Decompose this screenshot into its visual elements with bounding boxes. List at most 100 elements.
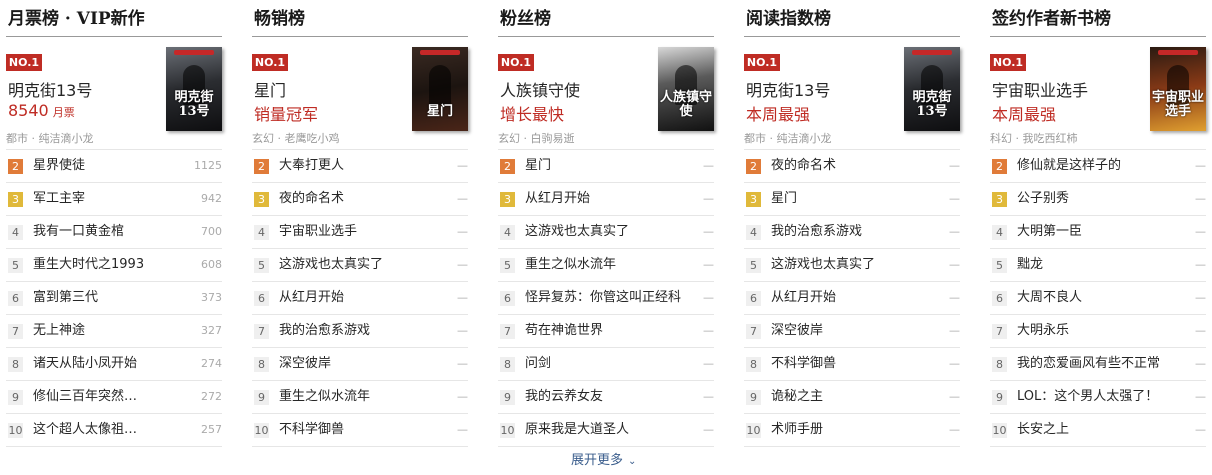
- rank-row[interactable]: 2 大奉打更人 —: [252, 150, 468, 183]
- book-title-link[interactable]: 星界使徒: [33, 157, 85, 175]
- book-cover[interactable]: 明克街13号: [166, 47, 222, 131]
- rank-row[interactable]: 9 重生之似水流年 —: [252, 381, 468, 414]
- rank-row[interactable]: 2 星界使徒 1125: [6, 150, 222, 183]
- rank-row[interactable]: 5 这游戏也太真实了 —: [744, 249, 960, 282]
- top-book-title[interactable]: 星门: [254, 77, 286, 101]
- rank-row[interactable]: 3 星门 —: [744, 183, 960, 216]
- book-title-link[interactable]: 诸天从陆小凤开始: [33, 355, 137, 373]
- rank-row[interactable]: 3 从红月开始 —: [498, 183, 714, 216]
- rank-row[interactable]: 5 黜龙 —: [990, 249, 1206, 282]
- rank-row[interactable]: 4 我的治愈系游戏 —: [744, 216, 960, 249]
- book-title-link[interactable]: 深空彼岸: [279, 355, 331, 373]
- book-title-link[interactable]: 星门: [771, 190, 797, 208]
- rank-row[interactable]: 9 我的云养女友 —: [498, 381, 714, 414]
- book-title-link[interactable]: 不科学御兽: [279, 421, 344, 439]
- book-title-link[interactable]: 大明永乐: [1017, 322, 1069, 340]
- book-title-link[interactable]: 大周不良人: [1017, 289, 1082, 307]
- book-title-link[interactable]: 修仙三百年突然…: [33, 388, 137, 406]
- rank-row[interactable]: 7 我的治愈系游戏 —: [252, 315, 468, 348]
- rank-row[interactable]: 4 我有一口黄金棺 700: [6, 216, 222, 249]
- top-book-title[interactable]: 人族镇守使: [500, 77, 580, 101]
- board-title[interactable]: 畅销榜: [252, 0, 468, 37]
- rank-row[interactable]: 10 长安之上 —: [990, 414, 1206, 447]
- book-title-link[interactable]: 军工主宰: [33, 190, 85, 208]
- book-title-link[interactable]: 这游戏也太真实了: [279, 256, 383, 274]
- top-book[interactable]: NO.1 人族镇守使 增长最快 玄幻 · 白驹易逝 人族镇守使: [498, 37, 714, 150]
- rank-row[interactable]: 3 军工主宰 942: [6, 183, 222, 216]
- book-title-link[interactable]: 术师手册: [771, 421, 823, 439]
- book-title-link[interactable]: LOL：这个男人太强了！: [1017, 388, 1158, 406]
- rank-row[interactable]: 8 问剑 —: [498, 348, 714, 381]
- book-title-link[interactable]: 宇宙职业选手: [279, 223, 357, 241]
- book-title-link[interactable]: 深空彼岸: [771, 322, 823, 340]
- top-book-title[interactable]: 明克街13号: [8, 77, 92, 101]
- book-title-link[interactable]: 无上神途: [33, 322, 85, 340]
- board-title[interactable]: 月票榜 · VIP新作: [6, 0, 222, 37]
- book-title-link[interactable]: 重生大时代之1993: [33, 256, 144, 274]
- rank-row[interactable]: 2 星门 —: [498, 150, 714, 183]
- book-title-link[interactable]: 这游戏也太真实了: [771, 256, 875, 274]
- rank-row[interactable]: 8 我的恋爱画风有些不正常 —: [990, 348, 1206, 381]
- book-title-link[interactable]: 夜的命名术: [279, 190, 344, 208]
- top-book[interactable]: NO.1 宇宙职业选手 本周最强 科幻 · 我吃西红柿 宇宙职业选手: [990, 37, 1206, 150]
- rank-row[interactable]: 6 富到第三代 373: [6, 282, 222, 315]
- rank-row[interactable]: 7 深空彼岸 —: [744, 315, 960, 348]
- book-title-link[interactable]: 诡秘之主: [771, 388, 823, 406]
- rank-row[interactable]: 10 不科学御兽 —: [252, 414, 468, 447]
- book-title-link[interactable]: 长安之上: [1017, 421, 1069, 439]
- book-title-link[interactable]: 苟在神诡世界: [525, 322, 603, 340]
- rank-row[interactable]: 6 从红月开始 —: [744, 282, 960, 315]
- expand-more-button[interactable]: 展开更多 ⌄: [571, 449, 636, 468]
- book-title-link[interactable]: 从红月开始: [525, 190, 590, 208]
- rank-row[interactable]: 5 这游戏也太真实了 —: [252, 249, 468, 282]
- book-title-link[interactable]: 我的治愈系游戏: [771, 223, 862, 241]
- book-title-link[interactable]: 修仙就是这样子的: [1017, 157, 1121, 175]
- book-title-link[interactable]: 星门: [525, 157, 551, 175]
- rank-row[interactable]: 10 术师手册 —: [744, 414, 960, 447]
- top-book-title[interactable]: 明克街13号: [746, 77, 830, 101]
- rank-row[interactable]: 8 不科学御兽 —: [744, 348, 960, 381]
- book-title-link[interactable]: 公子别秀: [1017, 190, 1069, 208]
- rank-row[interactable]: 5 重生之似水流年 —: [498, 249, 714, 282]
- book-title-link[interactable]: 我的治愈系游戏: [279, 322, 370, 340]
- board-title[interactable]: 签约作者新书榜: [990, 0, 1206, 37]
- book-title-link[interactable]: 重生之似水流年: [279, 388, 370, 406]
- rank-row[interactable]: 10 原来我是大道圣人 —: [498, 414, 714, 447]
- top-book[interactable]: NO.1 明克街13号 8540 月票 都市 · 纯洁滴小龙 明克街13号: [6, 37, 222, 150]
- book-cover[interactable]: 星门: [412, 47, 468, 131]
- book-title-link[interactable]: 怪异复苏：你管这叫正经科: [525, 289, 681, 307]
- book-cover[interactable]: 人族镇守使: [658, 47, 714, 131]
- rank-row[interactable]: 2 夜的命名术 —: [744, 150, 960, 183]
- top-book[interactable]: NO.1 星门 销量冠军 玄幻 · 老鹰吃小鸡 星门: [252, 37, 468, 150]
- board-title[interactable]: 粉丝榜: [498, 0, 714, 37]
- book-title-link[interactable]: 黜龙: [1017, 256, 1043, 274]
- book-title-link[interactable]: 富到第三代: [33, 289, 98, 307]
- rank-row[interactable]: 2 修仙就是这样子的 —: [990, 150, 1206, 183]
- top-book-title[interactable]: 宇宙职业选手: [992, 77, 1088, 101]
- board-title[interactable]: 阅读指数榜: [744, 0, 960, 37]
- rank-row[interactable]: 7 大明永乐 —: [990, 315, 1206, 348]
- rank-row[interactable]: 9 诡秘之主 —: [744, 381, 960, 414]
- book-title-link[interactable]: 这游戏也太真实了: [525, 223, 629, 241]
- rank-row[interactable]: 8 诸天从陆小凤开始 274: [6, 348, 222, 381]
- book-title-link[interactable]: 原来我是大道圣人: [525, 421, 629, 439]
- book-title-link[interactable]: 大明第一臣: [1017, 223, 1082, 241]
- rank-row[interactable]: 9 LOL：这个男人太强了！ —: [990, 381, 1206, 414]
- rank-row[interactable]: 7 无上神途 327: [6, 315, 222, 348]
- rank-row[interactable]: 9 修仙三百年突然… 272: [6, 381, 222, 414]
- book-title-link[interactable]: 大奉打更人: [279, 157, 344, 175]
- book-cover[interactable]: 明克街13号: [904, 47, 960, 131]
- book-title-link[interactable]: 从红月开始: [771, 289, 836, 307]
- book-title-link[interactable]: 重生之似水流年: [525, 256, 616, 274]
- rank-row[interactable]: 5 重生大时代之1993 608: [6, 249, 222, 282]
- top-book[interactable]: NO.1 明克街13号 本周最强 都市 · 纯洁滴小龙 明克街13号: [744, 37, 960, 150]
- book-title-link[interactable]: 从红月开始: [279, 289, 344, 307]
- rank-row[interactable]: 10 这个超人太像祖… 257: [6, 414, 222, 447]
- rank-row[interactable]: 4 宇宙职业选手 —: [252, 216, 468, 249]
- rank-row[interactable]: 6 怪异复苏：你管这叫正经科 —: [498, 282, 714, 315]
- book-title-link[interactable]: 我的恋爱画风有些不正常: [1017, 355, 1160, 373]
- book-title-link[interactable]: 不科学御兽: [771, 355, 836, 373]
- rank-row[interactable]: 3 公子别秀 —: [990, 183, 1206, 216]
- rank-row[interactable]: 3 夜的命名术 —: [252, 183, 468, 216]
- rank-row[interactable]: 7 苟在神诡世界 —: [498, 315, 714, 348]
